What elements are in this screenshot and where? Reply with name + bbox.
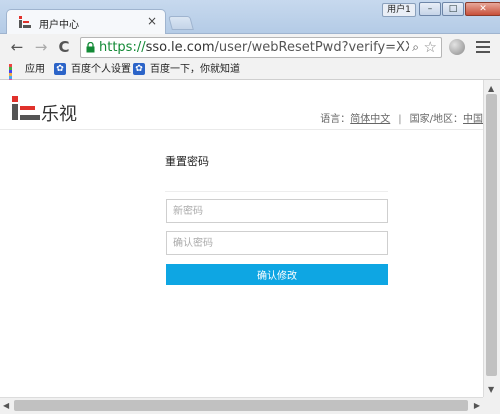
- page-title: 重置密码: [165, 155, 209, 168]
- region-label: 国家/地区：: [409, 114, 463, 125]
- baidu-paw-icon: ✿: [54, 63, 66, 75]
- confirm-change-button[interactable]: 确认修改: [166, 264, 388, 285]
- vertical-scroll-thumb[interactable]: [486, 94, 497, 376]
- horizontal-scroll-thumb[interactable]: [14, 400, 468, 411]
- bookmark-apps[interactable]: 应用: [9, 63, 45, 91]
- bookmark-label: 百度一下，你就知道: [150, 64, 240, 75]
- browser-window: 用户中心 × 用户1 – □ ✕ ← → C https://sso.le.co…: [0, 0, 500, 414]
- profile-button[interactable]: 用户1: [382, 3, 416, 17]
- address-bar[interactable]: https://sso.le.com/user/webResetPwd?veri…: [80, 37, 442, 58]
- bookmark-star-icon[interactable]: ☆: [424, 38, 437, 56]
- new-tab-button[interactable]: [168, 16, 194, 30]
- browser-tab[interactable]: 用户中心 ×: [6, 9, 166, 35]
- browser-toolbar: ← → C https://sso.le.com/user/webResetPw…: [0, 34, 500, 60]
- scroll-up-icon[interactable]: ▲: [488, 84, 494, 93]
- bookmark-label: 百度个人设置: [71, 64, 131, 75]
- region-link[interactable]: 中国: [463, 114, 483, 125]
- maximize-button[interactable]: □: [442, 2, 464, 16]
- url-path: /user/webResetPwd?verify=XXXhaO: [214, 40, 409, 55]
- apps-grid-icon: [9, 63, 20, 91]
- confirm-password-field[interactable]: [166, 231, 388, 255]
- horizontal-scrollbar[interactable]: ◀ ▶: [0, 397, 483, 414]
- chrome-menu-icon[interactable]: [475, 39, 491, 55]
- search-icon[interactable]: ⌕: [412, 40, 419, 55]
- scrollbar-corner: [483, 397, 500, 414]
- scroll-right-icon[interactable]: ▶: [474, 401, 480, 410]
- url-scheme: https://: [99, 40, 146, 55]
- language-label: 语言：: [320, 114, 351, 125]
- language-region-bar: 语言：简体中文 | 国家/地区：中国: [320, 110, 483, 125]
- letv-logo-icon: [12, 96, 40, 120]
- reload-button[interactable]: C: [55, 38, 73, 56]
- baidu-paw-icon: ✿: [133, 63, 145, 75]
- brand-name: 乐视: [41, 104, 77, 125]
- bookmark-label: 应用: [25, 64, 45, 75]
- bookmarks-bar: 应用 ✿ 百度个人设置 ✿ 百度一下，你就知道: [0, 60, 500, 91]
- lock-icon: [86, 42, 95, 53]
- forward-button[interactable]: →: [32, 38, 50, 56]
- header-divider: [0, 129, 483, 130]
- minimize-button[interactable]: –: [419, 2, 441, 16]
- vertical-scrollbar[interactable]: ▲ ▼: [483, 80, 500, 397]
- url-host: sso.le.com: [145, 40, 215, 55]
- letv-favicon-icon: [19, 16, 31, 28]
- tab-close-icon[interactable]: ×: [147, 14, 157, 28]
- language-link[interactable]: 简体中文: [350, 114, 390, 125]
- scroll-left-icon[interactable]: ◀: [3, 401, 9, 410]
- web-page: 乐视 语言：简体中文 | 国家/地区：中国 重置密码 确认修改: [0, 80, 483, 397]
- bookmark-baidu-settings[interactable]: ✿ 百度个人设置: [54, 63, 131, 77]
- bookmark-baidu-search[interactable]: ✿ 百度一下，你就知道: [133, 63, 240, 77]
- scroll-down-icon[interactable]: ▼: [488, 385, 494, 394]
- new-password-field[interactable]: [166, 199, 388, 223]
- form-divider: [165, 191, 388, 192]
- back-button[interactable]: ←: [8, 38, 26, 56]
- tab-title: 用户中心: [39, 20, 79, 31]
- url-text: https://sso.le.com/user/webResetPwd?veri…: [99, 40, 409, 55]
- extension-globe-icon[interactable]: [449, 39, 465, 55]
- separator: |: [398, 114, 402, 125]
- title-bar: 用户中心 × 用户1 – □ ✕: [0, 0, 500, 35]
- close-window-button[interactable]: ✕: [465, 2, 500, 16]
